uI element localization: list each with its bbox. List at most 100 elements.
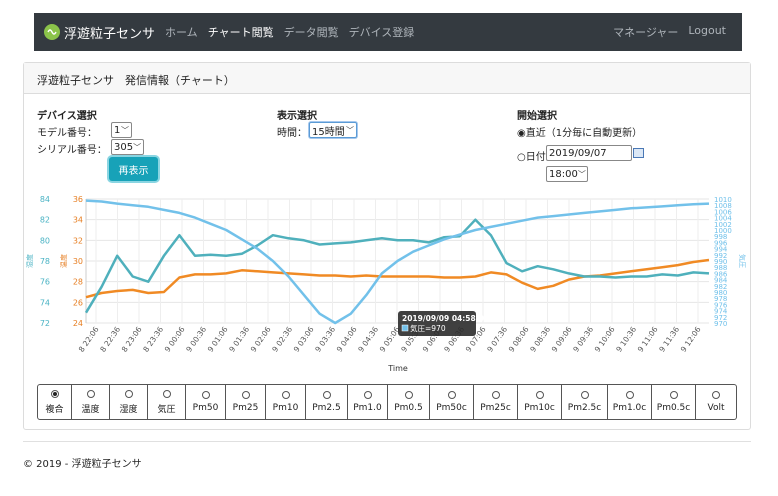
series-option-label: Pm2.5 [312,403,341,413]
radio-icon[interactable] [50,389,59,398]
y-tick-label: 30 [73,257,83,266]
series-option[interactable]: Pm0.5 [388,384,430,420]
series-option[interactable]: Pm50 [186,384,226,420]
series-option[interactable]: Pm0.5c [652,384,696,420]
x-tick-label: 9 04:06 [335,325,359,354]
x-tick-label: 9 11:06 [636,325,660,354]
x-tick-label: 9 07:36 [485,325,509,354]
y-tick-label: 72 [40,319,50,328]
footer-text: © 2019 - 浮遊粒子センサ [23,459,142,470]
series-option-label: 複合 [45,404,64,415]
series-option[interactable]: 複合 [37,384,72,420]
radio-icon[interactable] [322,391,331,399]
y-tick-label: 36 [73,195,83,204]
series-option-label: Pm25 [232,403,259,413]
y-tick-label: 28 [73,278,83,287]
radio-icon[interactable] [162,389,171,398]
series-option-label: 気圧 [157,404,176,415]
series-option[interactable]: Pm2.5c [562,384,608,420]
x-tick-label: 9 03:06 [292,325,316,354]
series-option[interactable]: Pm10c [518,384,562,420]
radio-icon[interactable] [404,391,413,399]
y-tick-label: 80 [40,236,50,245]
x-tick-label: 8 22:36 [98,325,122,354]
series-option[interactable]: 気圧 [148,384,186,420]
x-tick-label: 9 03:36 [313,325,337,354]
radio-icon[interactable] [201,391,210,399]
x-tick-label: 9 02:06 [249,325,273,354]
y-tick-label: 78 [40,257,50,266]
y-axis-title: 温度 [59,254,68,268]
series-selector: 複合 温度 湿度 気圧 Pm50 Pm25 Pm10 Pm2.5 Pm1.0 Pm0.5 Pm50c… [37,384,737,420]
series-option-label: Pm10c [524,403,555,413]
y-tick-label: 1010 [714,196,732,204]
x-tick-label: 8 22:06 [77,325,101,354]
x-tick-label: 9 04:36 [356,325,380,354]
x-tick-label: 9 00:36 [184,325,208,354]
series-option[interactable]: Pm2.5 [306,384,348,420]
radio-icon[interactable] [535,391,544,399]
x-tick-label: 9 01:36 [227,325,251,354]
x-tick-label: 9 02:36 [270,325,294,354]
series-option-label: Pm50c [436,403,467,413]
tooltip-title: 2019/09/09 04:58:07 [402,314,489,323]
x-tick-label: 9 01:06 [206,325,230,354]
series-option[interactable]: Pm25 [226,384,266,420]
x-tick-label: 9 08:06 [507,325,531,354]
series-option-label: Pm0.5 [394,403,423,413]
series-option-label: Pm0.5c [656,403,691,413]
y-axis-title: 湿度 [25,254,34,268]
x-tick-label: 9 12:06 [679,325,703,354]
radio-icon[interactable] [124,389,133,398]
series-option[interactable]: 温度 [72,384,110,420]
series-option[interactable]: Pm50c [430,384,474,420]
series-option[interactable]: Pm1.0 [348,384,388,420]
radio-icon[interactable] [447,391,456,399]
x-tick-label: 8 23:36 [141,325,165,354]
radio-icon[interactable] [491,391,500,399]
x-tick-label: 9 11:36 [657,325,681,354]
y-tick-label: 32 [73,236,83,245]
tooltip-swatch [401,324,409,332]
series-option-label: Pm1.0 [353,403,382,413]
chart: 8 22:068 22:368 23:068 23:369 00:069 00:… [25,195,747,373]
radio-icon[interactable] [625,391,634,399]
radio-icon[interactable] [712,391,720,399]
radio-icon[interactable] [580,391,589,399]
x-tick-label: 8 23:06 [120,325,144,354]
tooltip-text: 気圧=970 [410,323,446,333]
series-option-label: 温度 [81,404,100,415]
x-tick-label: 9 10:36 [614,325,638,354]
footer-divider [23,441,751,442]
series-option-label: Pm1.0c [612,403,647,413]
radio-icon[interactable] [281,391,290,399]
x-tick-label: 9 08:36 [528,325,552,354]
series-option-label: 湿度 [119,404,138,415]
series-option[interactable]: Pm10 [266,384,306,420]
x-axis-title: Time [387,364,408,373]
x-tick-label: 9 09:06 [550,325,574,354]
y-tick-label: 24 [73,319,83,328]
radio-icon[interactable] [86,389,95,398]
x-tick-label: 9 10:06 [593,325,617,354]
series-option[interactable]: Pm1.0c [608,384,652,420]
series-option-label: Volt [707,403,725,413]
y-tick-label: 74 [40,298,50,307]
series-option[interactable]: 湿度 [110,384,148,420]
series-option[interactable]: Pm25c [474,384,518,420]
radio-icon[interactable] [669,391,678,399]
series-option-label: Pm25c [480,403,511,413]
series-option[interactable]: Volt [696,384,737,420]
y-tick-label: 76 [40,278,50,287]
y-axis-title: 気圧 [738,254,747,268]
y-tick-label: 34 [73,216,83,225]
radio-icon[interactable] [241,391,250,399]
series-option-label: Pm10 [272,403,299,413]
y-tick-label: 84 [40,195,50,204]
x-tick-label: 9 09:36 [571,325,595,354]
series-option-label: Pm2.5c [567,403,602,413]
x-tick-label: 9 00:06 [163,325,187,354]
y-tick-label: 82 [40,216,50,225]
y-tick-label: 26 [73,298,83,307]
radio-icon[interactable] [363,391,372,399]
